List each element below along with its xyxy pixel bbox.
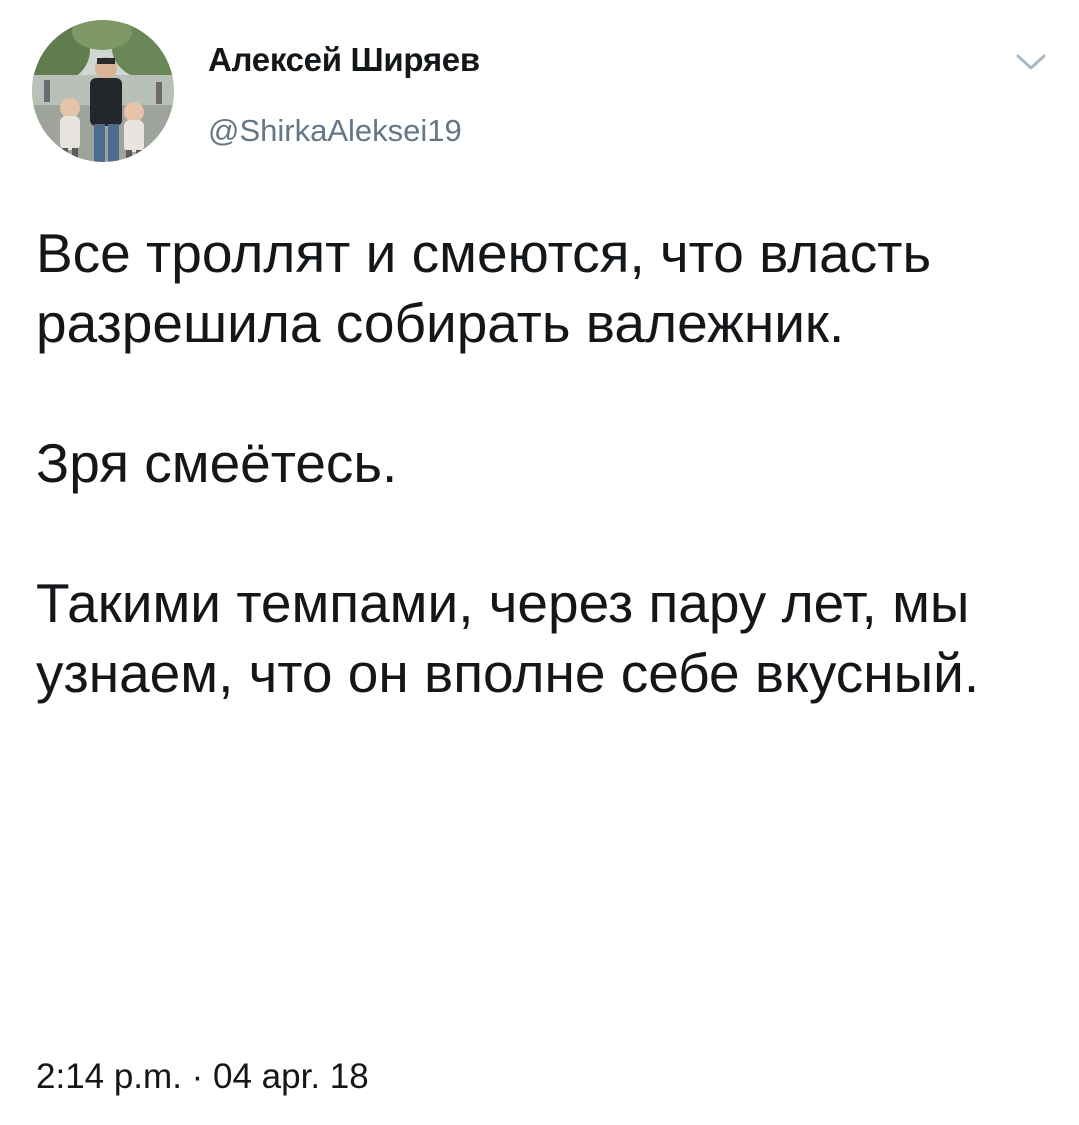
tweet-card: Алексей Ширяев @ShirkaAleksei19 Все трол… — [0, 0, 1079, 1125]
tweet-text: Все троллят и смеются, что власть разреш… — [36, 218, 1046, 708]
tweet-paragraph: Зря смеётесь. — [36, 432, 398, 494]
tweet-paragraph: Все троллят и смеются, что власть разреш… — [36, 222, 932, 354]
chevron-down-icon[interactable] — [1014, 50, 1048, 74]
tweet-paragraph: Такими темпами, через пару лет, мы узнае… — [36, 572, 980, 704]
author-display-name[interactable]: Алексей Ширяев — [208, 41, 480, 79]
author-handle[interactable]: @ShirkaAleksei19 — [208, 113, 462, 149]
profile-photo-icon — [32, 20, 174, 162]
author-avatar[interactable] — [32, 20, 174, 162]
tweet-timestamp[interactable]: 2:14 p.m. · 04 apr. 18 — [36, 1057, 369, 1097]
